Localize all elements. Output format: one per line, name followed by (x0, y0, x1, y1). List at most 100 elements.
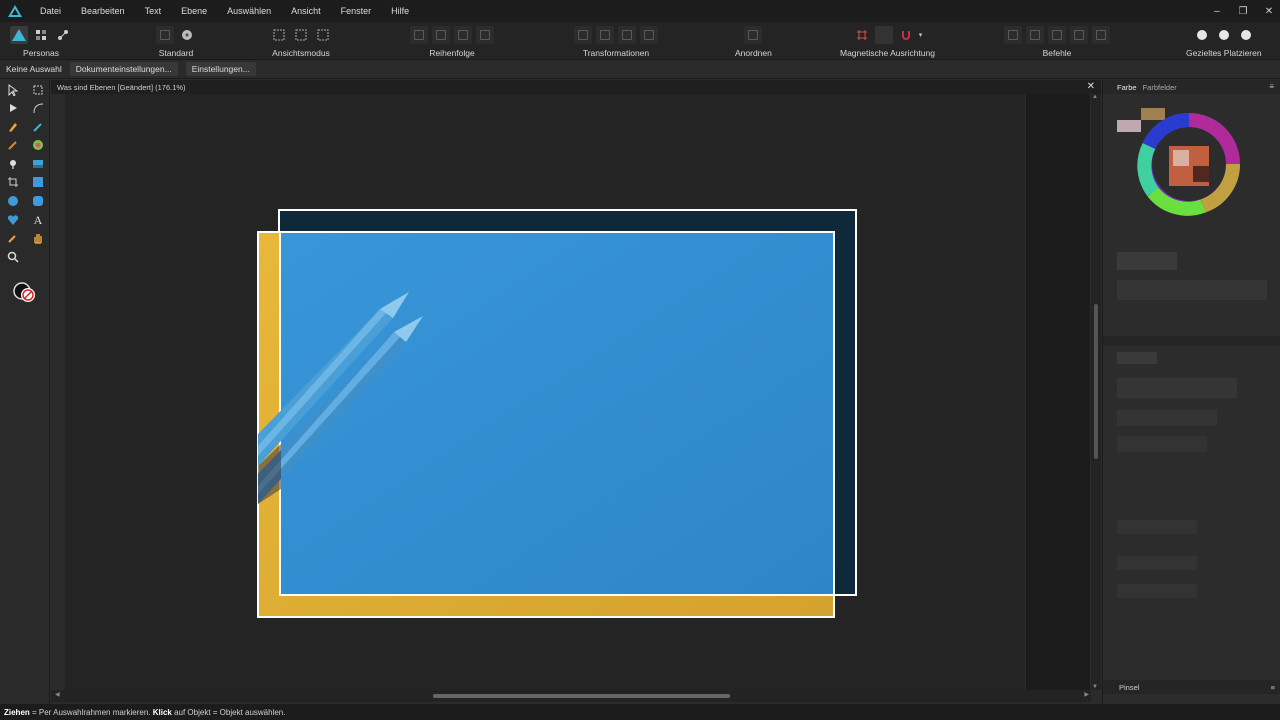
scroll-left-icon[interactable]: ◀ (55, 691, 60, 698)
command-4-icon[interactable] (1070, 26, 1088, 44)
reihenfolge-label: Reihenfolge (429, 48, 475, 58)
status-drag-text: = Per Auswahlrahmen markieren. (29, 707, 153, 717)
blue-photo-layer[interactable] (279, 231, 835, 596)
arrange-icon[interactable] (744, 26, 763, 44)
standard-group: Standard (156, 25, 196, 58)
brushes-panel-tab[interactable]: Pinsel ≡ (1103, 680, 1280, 694)
rounded-rect-tool-icon[interactable] (30, 193, 46, 209)
ellipse-tool-icon[interactable] (5, 193, 21, 209)
panel-row-8 (1117, 556, 1197, 570)
tab-farbe[interactable]: Farbe (1117, 83, 1137, 92)
view-mode-1-icon[interactable] (270, 26, 288, 44)
command-1-icon[interactable] (1004, 26, 1022, 44)
tab-farbfelder[interactable]: Farbfelder (1143, 83, 1177, 92)
affinity-logo-icon[interactable] (0, 0, 30, 22)
heart-shape-tool-icon[interactable] (5, 212, 21, 228)
magnet-icon[interactable] (897, 26, 915, 44)
panel-row-9 (1117, 584, 1197, 598)
horizontal-scroll-thumb[interactable] (433, 694, 730, 698)
brush-tool-icon[interactable] (5, 137, 21, 153)
menu-auswaehlen[interactable]: Auswählen (217, 0, 281, 22)
minimize-icon[interactable]: – (1212, 6, 1222, 17)
place-1-icon[interactable] (1193, 26, 1211, 44)
standard-label: Standard (158, 48, 194, 58)
color-wheel[interactable] (1103, 106, 1280, 266)
menu-ansicht[interactable]: Ansicht (281, 0, 331, 22)
menu-fenster[interactable]: Fenster (331, 0, 382, 22)
order-forward-icon[interactable] (454, 26, 472, 44)
rectangle-tool-icon[interactable] (30, 174, 46, 190)
hand-tool-icon[interactable] (30, 230, 46, 246)
color-panel-tabs: Farbe Farbfelder ≡ (1103, 80, 1280, 94)
horizontal-scrollbar[interactable]: ◀ ▶ (51, 690, 1091, 702)
pencil-tool-icon[interactable] (30, 119, 46, 135)
menu-text[interactable]: Text (135, 0, 172, 22)
menu-bar: Datei Bearbeiten Text Ebene Auswählen An… (0, 0, 1280, 22)
view-mode-2-icon[interactable] (292, 26, 310, 44)
artboard-tool-icon[interactable] (30, 82, 46, 98)
menu-ebene[interactable]: Ebene (171, 0, 217, 22)
restore-icon[interactable]: ❐ (1238, 6, 1248, 17)
snapping-grid-icon[interactable] (853, 26, 871, 44)
command-5-icon[interactable] (1092, 26, 1110, 44)
snapping-dropdown[interactable] (874, 26, 893, 44)
export-persona-icon[interactable] (54, 26, 72, 44)
fill-tool-icon[interactable] (30, 137, 46, 153)
order-back-icon[interactable] (410, 26, 428, 44)
zoom-tool-icon[interactable] (5, 249, 21, 265)
chevron-down-icon[interactable]: ▾ (919, 31, 923, 39)
transformationen-label: Transformationen (582, 48, 650, 58)
ansichtsmodus-label: Ansichtsmodus (272, 48, 330, 58)
menu-bearbeiten[interactable]: Bearbeiten (71, 0, 135, 22)
transparency-tool-icon[interactable] (5, 156, 21, 172)
fill-stroke-swatch-icon[interactable] (12, 280, 38, 306)
close-document-icon[interactable]: ✕ (1087, 80, 1095, 94)
standard-button-1[interactable] (156, 26, 174, 44)
document-title: Was sind Ebenen [Geändert] (176.1%) (57, 82, 186, 92)
close-window-icon[interactable]: ✕ (1264, 6, 1274, 17)
view-mode-3-icon[interactable] (314, 26, 332, 44)
canvas-area[interactable] (51, 94, 1090, 690)
transform-2-icon[interactable] (596, 26, 614, 44)
move-tool-icon[interactable] (5, 82, 21, 98)
tab-pinsel[interactable]: Pinsel (1119, 683, 1139, 692)
panel-menu-icon[interactable]: ≡ (1269, 82, 1274, 91)
color-picker-tool-icon[interactable] (5, 230, 21, 246)
scroll-right-icon[interactable]: ▶ (1084, 691, 1089, 698)
transform-4-icon[interactable] (640, 26, 658, 44)
gezieltes-group: Gezieltes Platzieren (1186, 25, 1262, 58)
order-backward-icon[interactable] (432, 26, 450, 44)
command-2-icon[interactable] (1026, 26, 1044, 44)
gezieltes-label: Gezieltes Platzieren (1186, 48, 1262, 58)
right-panel: Farbe Farbfelder ≡ Pinsel ≡ (1102, 80, 1280, 704)
brushes-menu-icon[interactable]: ≡ (1271, 683, 1275, 692)
document-settings-button[interactable]: Dokumenteinstellungen... (69, 62, 178, 76)
place-3-icon[interactable] (1237, 26, 1255, 44)
pixel-persona-icon[interactable] (32, 26, 50, 44)
crop-tool-icon[interactable] (5, 174, 21, 190)
place-2-icon[interactable] (1215, 26, 1233, 44)
context-toolbar: Keine Auswahl Dokumenteinstellungen... E… (0, 60, 1280, 79)
order-front-icon[interactable] (476, 26, 494, 44)
status-click-text: auf Objekt = Objekt auswählen. (171, 707, 286, 717)
place-image-tool-icon[interactable] (30, 156, 46, 172)
document-tab[interactable]: Was sind Ebenen [Geändert] (176.1%) ✕ (51, 80, 1101, 94)
vertical-scroll-thumb[interactable] (1094, 304, 1098, 459)
assistant-icon[interactable] (178, 26, 196, 44)
transform-1-icon[interactable] (574, 26, 592, 44)
menu-hilfe[interactable]: Hilfe (381, 0, 419, 22)
designer-persona-icon[interactable] (10, 26, 28, 44)
pen-tool-icon[interactable] (5, 119, 21, 135)
text-tool-icon[interactable]: A (30, 212, 46, 228)
scroll-up-icon[interactable]: ▲ (1092, 94, 1098, 100)
vertical-scrollbar[interactable]: ▲ ▼ (1091, 94, 1101, 690)
node-tool-icon[interactable] (5, 100, 21, 116)
transform-3-icon[interactable] (618, 26, 636, 44)
status-drag-key: Ziehen (4, 707, 30, 717)
personas-group: Personas (10, 25, 72, 58)
corner-tool-icon[interactable] (30, 100, 46, 116)
menu-datei[interactable]: Datei (30, 0, 71, 22)
command-3-icon[interactable] (1048, 26, 1066, 44)
scroll-down-icon[interactable]: ▼ (1092, 684, 1098, 690)
settings-button[interactable]: Einstellungen... (185, 62, 256, 76)
